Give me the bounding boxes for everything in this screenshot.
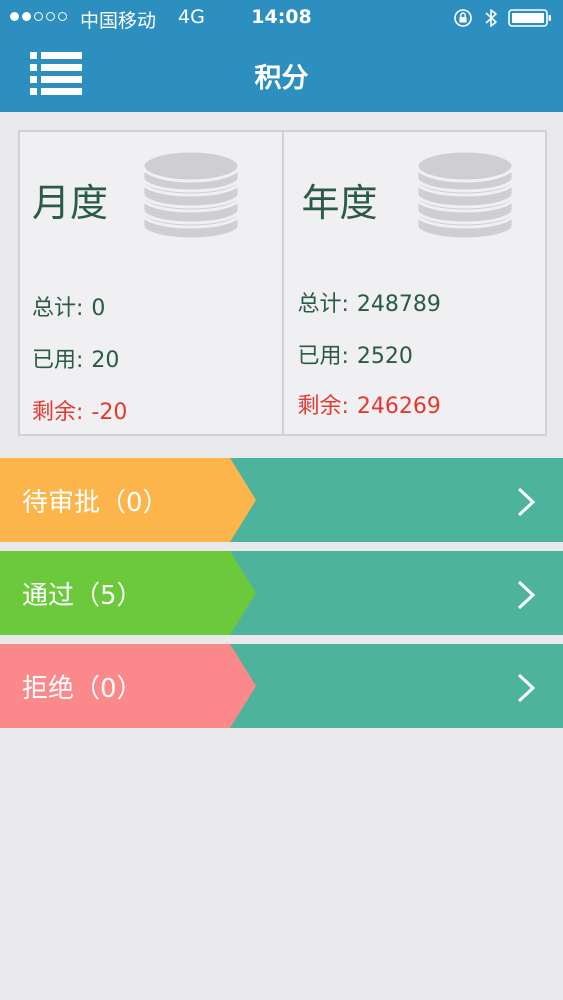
- yearly-remaining: 剩余: 246269: [298, 388, 441, 420]
- nav-bar: 积分: [0, 38, 563, 112]
- row-label: 通过（5）: [22, 581, 143, 611]
- monthly-title: 月度: [32, 181, 109, 225]
- monthly-card: 月度 总计: 0 已用: 20 剩余: -20: [20, 132, 282, 434]
- row-pending[interactable]: 待审批（0）: [0, 458, 563, 542]
- yearly-card: 年度 总计: 248789 已用: 2520 剩余: 246269: [281, 132, 545, 434]
- used-label: 已用:: [32, 348, 84, 373]
- total-value: 0: [91, 296, 106, 321]
- monthly-remaining: 剩余: -20: [32, 394, 127, 426]
- remaining-value: -20: [91, 400, 128, 425]
- menu-button[interactable]: [28, 48, 84, 100]
- row-label: 拒绝（0）: [22, 674, 143, 704]
- chevron-right-icon: [517, 487, 536, 517]
- total-value: 248789: [356, 292, 441, 317]
- total-label: 总计:: [32, 296, 84, 321]
- yearly-total: 总计: 248789: [298, 286, 441, 318]
- coins-icon: [141, 149, 241, 241]
- total-label: 总计:: [297, 292, 349, 317]
- chevron-right-icon: [517, 580, 536, 610]
- remaining-label: 剩余:: [32, 400, 84, 425]
- used-value: 2520: [356, 344, 413, 369]
- monthly-used: 已用: 20: [32, 342, 119, 374]
- monthly-total: 总计: 0: [32, 290, 105, 322]
- rotation-lock-icon: [454, 9, 472, 27]
- chevron-right-icon: [517, 673, 536, 703]
- points-cards: 月度 总计: 0 已用: 20 剩余: -20 年度 总计: 248789 已用…: [18, 130, 547, 436]
- used-value: 20: [91, 348, 120, 373]
- remaining-label: 剩余:: [297, 394, 349, 419]
- remaining-value: 246269: [356, 394, 441, 419]
- used-label: 已用:: [297, 344, 349, 369]
- page-title: 积分: [254, 63, 309, 94]
- row-label: 待审批（0）: [22, 488, 169, 518]
- coins-icon: [415, 149, 514, 241]
- yearly-used: 已用: 2520: [298, 338, 413, 370]
- app-header: 中国移动 4G 14:08 积分: [0, 0, 563, 112]
- yearly-title: 年度: [301, 181, 378, 225]
- status-time: 14:08: [251, 6, 312, 28]
- bluetooth-icon: [485, 9, 497, 27]
- row-approved[interactable]: 通过（5）: [0, 551, 563, 635]
- row-rejected[interactable]: 拒绝（0）: [0, 644, 563, 728]
- status-bar: 中国移动 4G 14:08: [0, 0, 563, 38]
- battery-icon: [508, 9, 551, 27]
- list-menu-icon: [30, 52, 82, 95]
